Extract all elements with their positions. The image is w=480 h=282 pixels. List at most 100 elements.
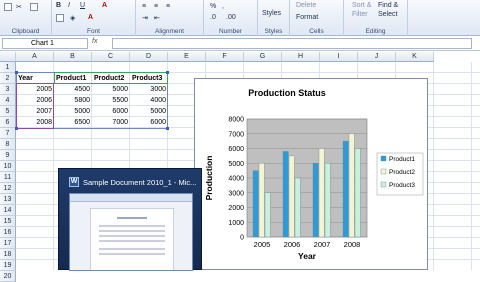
range-handle[interactable] xyxy=(166,71,169,74)
select-all-corner[interactable] xyxy=(0,52,16,62)
decrease-decimal-icon[interactable]: .00 xyxy=(226,14,236,21)
column-header-k[interactable]: K xyxy=(396,52,434,62)
legend-label-product2: Product2 xyxy=(389,169,415,176)
thumbnail-title[interactable]: Sample Document 2010_1 - Mic... xyxy=(83,178,196,187)
y-tick-label: 6000 xyxy=(228,146,244,153)
row-header-13[interactable]: 13 xyxy=(0,194,16,205)
filter-button-label[interactable]: Filter xyxy=(352,11,368,18)
range-handle[interactable] xyxy=(15,127,18,130)
y-axis-title: Production xyxy=(204,156,214,201)
legend-swatch-product1 xyxy=(380,155,387,162)
range-handle[interactable] xyxy=(15,71,18,74)
align-left-icon[interactable]: ≡ xyxy=(142,3,146,10)
column-header-a[interactable]: A xyxy=(16,52,54,62)
cells-label: Cells xyxy=(309,28,324,35)
delete-button[interactable]: Delete xyxy=(296,2,316,9)
underline-button[interactable]: U xyxy=(80,2,85,9)
row-header-17[interactable]: 17 xyxy=(0,238,16,249)
name-box[interactable]: Chart 1 xyxy=(2,38,88,49)
borders-icon[interactable] xyxy=(56,14,64,22)
select-button-label[interactable]: Select xyxy=(378,11,397,18)
column-header-b[interactable]: B xyxy=(54,52,92,62)
row-header-18[interactable]: 18 xyxy=(0,249,16,260)
legend-swatch-product3 xyxy=(380,181,387,188)
align-right-icon[interactable]: ≡ xyxy=(166,3,170,10)
bar-product1-2008 xyxy=(342,140,349,238)
row-header-7[interactable]: 7 xyxy=(0,128,16,139)
row-header-16[interactable]: 16 xyxy=(0,227,16,238)
row-header-19[interactable]: 19 xyxy=(0,260,16,271)
row-header-3[interactable]: 3 xyxy=(0,84,16,95)
column-header-e[interactable]: E xyxy=(168,52,206,62)
column-header-f[interactable]: F xyxy=(206,52,244,62)
row-header-15[interactable]: 15 xyxy=(0,216,16,227)
increase-decimal-icon[interactable]: .0 xyxy=(210,14,216,21)
category-range xyxy=(16,83,54,129)
bar-product2-2007 xyxy=(318,148,325,238)
font-color-icon[interactable]: A xyxy=(102,2,107,9)
row-header-6[interactable]: 6 xyxy=(0,117,16,128)
bold-button[interactable]: B xyxy=(56,2,61,9)
column-header-i[interactable]: I xyxy=(320,52,358,62)
bar-product3-2008 xyxy=(354,148,361,238)
word-icon: W xyxy=(69,177,79,187)
comma-icon[interactable]: , xyxy=(222,3,224,10)
paste-icon[interactable] xyxy=(4,3,12,11)
bar-product2-2006 xyxy=(288,155,295,238)
row-header-1[interactable]: 1 xyxy=(0,62,16,73)
font-color-button[interactable]: A xyxy=(88,14,93,21)
column-header-h[interactable]: H xyxy=(282,52,320,62)
row-header-12[interactable]: 12 xyxy=(0,183,16,194)
cut-icon[interactable]: ✂ xyxy=(16,3,22,11)
column-header-c[interactable]: C xyxy=(92,52,130,62)
chart-title: Production Status xyxy=(248,88,326,98)
italic-button[interactable]: I xyxy=(68,2,70,9)
clipboard-label: Clipboard xyxy=(11,28,40,35)
row-header-20[interactable]: 20 xyxy=(0,271,16,282)
column-header-j[interactable]: J xyxy=(358,52,396,62)
preview-ribbon xyxy=(70,194,192,202)
row-header-10[interactable]: 10 xyxy=(0,161,16,172)
bar-product3-2006 xyxy=(294,177,301,238)
editing-label: Editing xyxy=(365,28,386,35)
series-name-range xyxy=(54,72,168,84)
x-tick-label: 2006 xyxy=(284,240,301,249)
outdent-icon[interactable]: ⇤ xyxy=(154,14,160,22)
fill-color-icon[interactable]: ◈ xyxy=(70,14,75,22)
row-header-2[interactable]: 2 xyxy=(0,73,16,84)
fx-icon[interactable]: fx xyxy=(92,38,97,45)
bar-product3-2005 xyxy=(264,192,271,238)
formula-input[interactable] xyxy=(112,38,472,49)
legend-label-product1: Product1 xyxy=(389,156,415,163)
row-header-11[interactable]: 11 xyxy=(0,172,16,183)
clipboard-group: ✂ Clipboard xyxy=(0,0,52,36)
editing-group: Sort & Filter Find & Select Editing xyxy=(344,0,408,36)
styles-group: Styles Styles xyxy=(258,0,290,36)
styles-button[interactable]: Styles xyxy=(262,10,281,17)
range-handle[interactable] xyxy=(166,127,169,130)
y-tick-label: 7000 xyxy=(228,131,244,138)
row-header-4[interactable]: 4 xyxy=(0,95,16,106)
chart-object[interactable]: Production Status 0 1000 2000 3000 4000 5000 60… xyxy=(194,78,428,270)
number-group: % , .0 .00 Number xyxy=(204,0,258,36)
row-header-14[interactable]: 14 xyxy=(0,205,16,216)
copy-icon[interactable] xyxy=(30,3,38,11)
percent-icon[interactable]: % xyxy=(210,3,216,10)
row-header-9[interactable]: 9 xyxy=(0,150,16,161)
indent-icon[interactable]: ⇥ xyxy=(142,14,148,22)
bar-product1-2007 xyxy=(312,163,319,238)
column-header-d[interactable]: D xyxy=(130,52,168,62)
sort-filter-button[interactable]: Sort & xyxy=(352,2,371,9)
align-center-icon[interactable]: ≡ xyxy=(154,3,158,10)
find-select-button[interactable]: Find & xyxy=(378,2,398,9)
font-group: B I U A ◈ A Font xyxy=(52,0,136,36)
format-button[interactable]: Format xyxy=(296,14,318,21)
column-header-g[interactable]: G xyxy=(244,52,282,62)
bar-product1-2005 xyxy=(252,170,259,238)
taskbar-thumbnail[interactable]: W Sample Document 2010_1 - Mic... xyxy=(58,168,202,271)
legend-label-product3: Product3 xyxy=(389,182,415,189)
row-header-5[interactable]: 5 xyxy=(0,106,16,117)
row-header-8[interactable]: 8 xyxy=(0,139,16,150)
x-tick-label: 2007 xyxy=(314,240,331,249)
y-tick-label: 0 xyxy=(240,235,244,242)
